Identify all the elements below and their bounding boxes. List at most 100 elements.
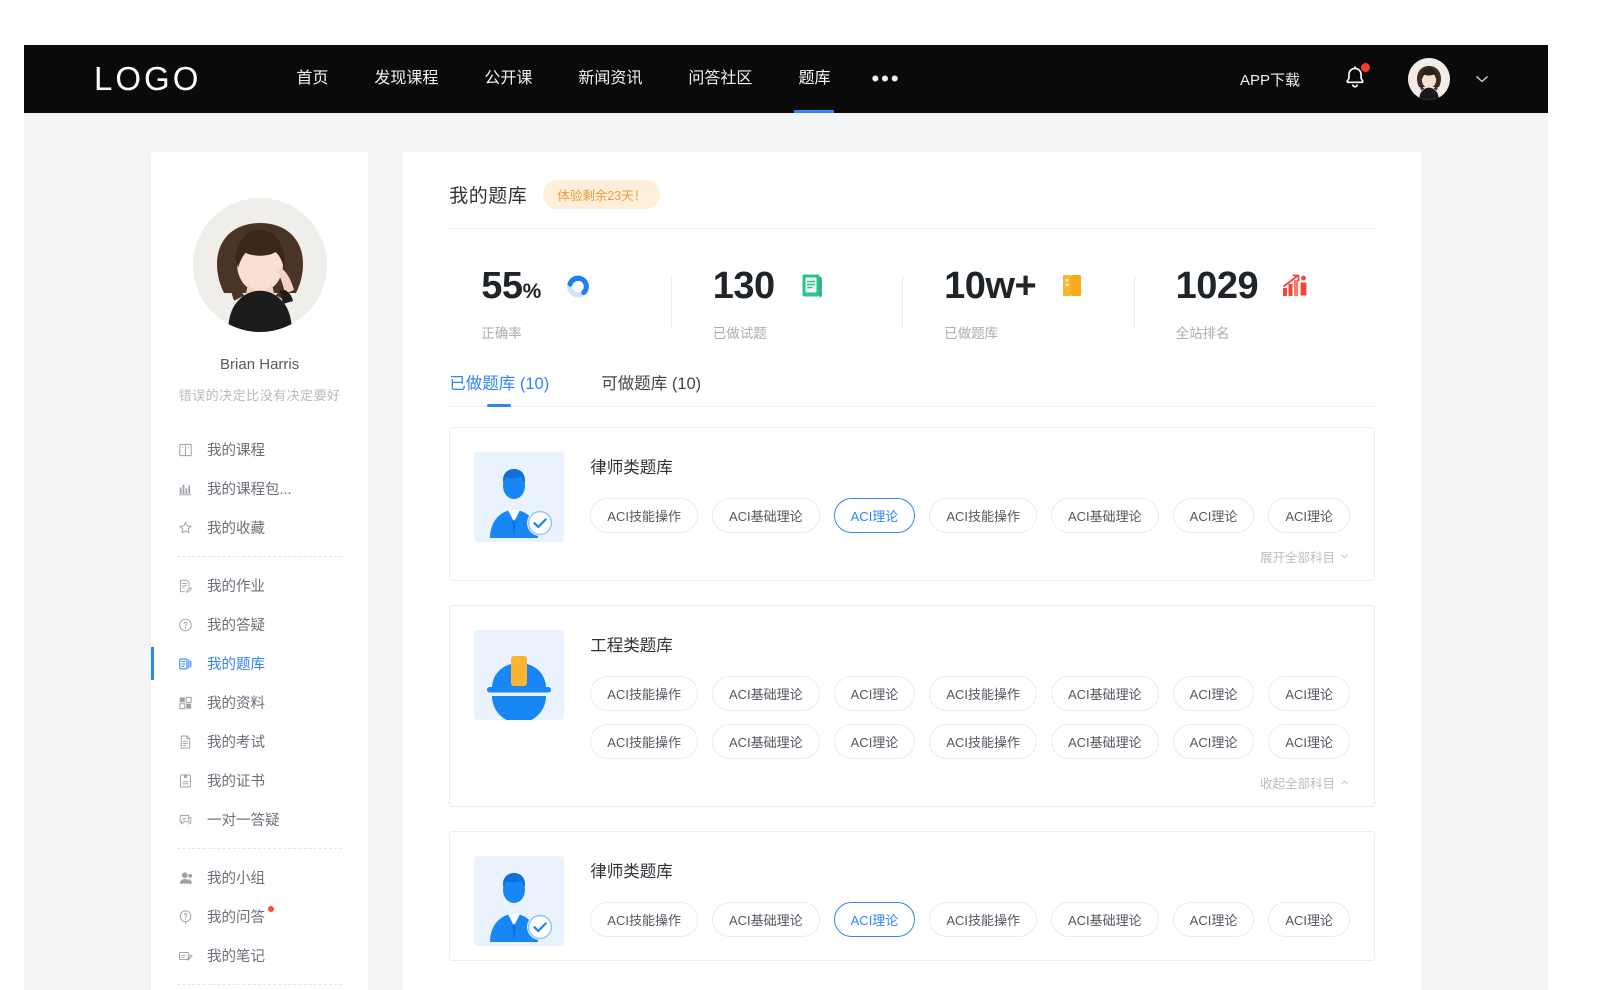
subject-tag[interactable]: ACI技能操作 xyxy=(929,902,1037,937)
notification-bell-button[interactable] xyxy=(1342,64,1368,94)
profile-avatar[interactable] xyxy=(193,198,327,332)
sidebar-item-2[interactable]: 我的收藏 xyxy=(151,508,368,547)
subject-tag[interactable]: ACI理论 xyxy=(834,724,916,759)
question-circle-icon xyxy=(177,616,194,633)
chevron-up-icon xyxy=(1339,777,1350,788)
stat-value: 55% xyxy=(481,267,540,305)
sidebar-item-9[interactable]: 我的证书 xyxy=(151,761,368,800)
question-bank-card[interactable]: 律师类题库ACI技能操作ACI基础理论ACI理论ACI技能操作ACI基础理论AC… xyxy=(449,831,1375,961)
sidebar-item-1[interactable]: 我的课程包... xyxy=(151,469,368,508)
subject-tag[interactable]: ACI技能操作 xyxy=(929,724,1037,759)
chevron-down-icon[interactable] xyxy=(1472,69,1492,89)
sidebar-item-label: 我的问答 xyxy=(207,906,265,927)
nav-more-icon[interactable]: ••• xyxy=(853,59,918,99)
subject-tag[interactable]: ACI技能操作 xyxy=(590,902,698,937)
stat-number: 1029 xyxy=(1176,265,1259,307)
group-icon xyxy=(177,869,194,886)
avatar[interactable] xyxy=(1408,58,1450,100)
nav-item-0[interactable]: 首页 xyxy=(273,45,351,113)
sidebar-item-label: 我的笔记 xyxy=(207,945,265,966)
exam-paper-icon xyxy=(177,733,194,750)
stat-label: 已做试题 xyxy=(713,322,912,342)
page-body: Brian Harris 错误的决定比没有决定要好 我的课程我的课程包...我的… xyxy=(24,113,1548,990)
nav-item-1[interactable]: 发现课程 xyxy=(351,45,461,113)
star-icon xyxy=(177,519,194,536)
question-bank-card[interactable]: 工程类题库ACI技能操作ACI基础理论ACI理论ACI技能操作ACI基础理论AC… xyxy=(449,605,1375,807)
lawyer-avatar-icon xyxy=(474,870,564,946)
book-icon xyxy=(177,441,194,458)
subject-tag[interactable]: ACI基础理论 xyxy=(712,724,820,759)
sidebar-item-8[interactable]: 我的考试 xyxy=(151,722,368,761)
nav-item-3[interactable]: 新闻资讯 xyxy=(555,45,665,113)
subject-tag[interactable]: ACI技能操作 xyxy=(590,498,698,533)
subject-tag[interactable]: ACI理论 xyxy=(1173,902,1255,937)
subject-tag[interactable]: ACI理论 xyxy=(1268,902,1350,937)
lawyer-avatar-icon xyxy=(474,466,564,542)
group-icon xyxy=(177,869,194,886)
subject-tag[interactable]: ACI基础理论 xyxy=(712,498,820,533)
subject-tag[interactable]: ACI技能操作 xyxy=(590,724,698,759)
nav-item-5[interactable]: 题库 xyxy=(775,45,853,113)
notification-dot xyxy=(1361,63,1370,72)
toggle-subjects-label: 展开全部科目 xyxy=(1260,547,1335,566)
subject-tag[interactable]: ACI基础理论 xyxy=(1051,676,1159,711)
card-body: 律师类题库ACI技能操作ACI基础理论ACI理论ACI技能操作ACI基础理论AC… xyxy=(590,452,1350,566)
question-bank-icon xyxy=(177,655,194,672)
subject-tag[interactable]: ACI理论 xyxy=(834,498,916,533)
stat-card-0: 55% 正确率 xyxy=(449,267,680,342)
subject-tag[interactable]: ACI基础理论 xyxy=(712,902,820,937)
tab-1[interactable]: 可做题库 (10) xyxy=(601,370,701,407)
sidebar: Brian Harris 错误的决定比没有决定要好 我的课程我的课程包...我的… xyxy=(151,152,368,990)
sidebar-item-7[interactable]: 我的资料 xyxy=(151,683,368,722)
subject-tag[interactable]: ACI理论 xyxy=(1268,498,1350,533)
yellow-book-icon xyxy=(1060,273,1086,299)
sidebar-divider xyxy=(177,984,342,985)
subject-tag[interactable]: ACI理论 xyxy=(834,676,916,711)
subject-tag[interactable]: ACI基础理论 xyxy=(1051,724,1159,759)
sidebar-item-14[interactable]: 我的笔记 xyxy=(151,936,368,975)
sidebar-item-13[interactable]: 我的问答 xyxy=(151,897,368,936)
profile-card: Brian Harris 错误的决定比没有决定要好 xyxy=(151,198,368,404)
stat-number: 10w+ xyxy=(944,265,1036,307)
sidebar-divider xyxy=(177,556,342,557)
sidebar-item-10[interactable]: 一对一答疑 xyxy=(151,800,368,839)
nav-item-4[interactable]: 问答社区 xyxy=(665,45,775,113)
materials-icon xyxy=(177,694,194,711)
sidebar-item-label: 我的作业 xyxy=(207,575,265,596)
book-icon xyxy=(177,441,194,458)
subject-tag[interactable]: ACI基础理论 xyxy=(1051,902,1159,937)
question-bank-card[interactable]: 律师类题库ACI技能操作ACI基础理论ACI理论ACI技能操作ACI基础理论AC… xyxy=(449,427,1375,581)
site-logo[interactable]: LOGO xyxy=(94,60,201,98)
subject-tag[interactable]: ACI技能操作 xyxy=(590,676,698,711)
toggle-subjects-button[interactable]: 收起全部科目 xyxy=(1260,773,1350,792)
app-download-link[interactable]: APP下载 xyxy=(1240,69,1300,90)
subject-tag[interactable]: ACI基础理论 xyxy=(712,676,820,711)
subject-tag-row: ACI技能操作 ACI基础理论 ACI理论 ACI技能操作 ACI基础理论 ACI理论 AC… xyxy=(590,676,1350,711)
stat-value: 1029 xyxy=(1176,267,1259,305)
subject-tag[interactable]: ACI理论 xyxy=(1173,676,1255,711)
subject-tag-row: ACI技能操作 ACI基础理论 ACI理论 ACI技能操作 ACI基础理论 ACI理论 AC… xyxy=(590,724,1350,759)
subject-tag[interactable]: ACI理论 xyxy=(834,902,916,937)
trial-status-badge: 体验剩余23天！ xyxy=(543,180,660,209)
sidebar-item-0[interactable]: 我的课程 xyxy=(151,430,368,469)
sidebar-menu: 我的课程我的课程包...我的收藏我的作业我的答疑我的题库我的资料我的考试我的证书… xyxy=(151,430,368,990)
main-nav: 首页发现课程公开课新闻资讯问答社区题库 xyxy=(273,45,853,113)
subject-tag[interactable]: ACI理论 xyxy=(1268,724,1350,759)
sidebar-item-6[interactable]: 我的题库 xyxy=(151,644,368,683)
chat-bubble-icon xyxy=(177,811,194,828)
sidebar-item-12[interactable]: 我的小组 xyxy=(151,858,368,897)
subject-tag[interactable]: ACI技能操作 xyxy=(929,498,1037,533)
subject-tag[interactable]: ACI理论 xyxy=(1268,676,1350,711)
tab-0[interactable]: 已做题库 (10) xyxy=(449,370,549,407)
subject-tag[interactable]: ACI技能操作 xyxy=(929,676,1037,711)
toggle-subjects-button[interactable]: 展开全部科目 xyxy=(1260,547,1350,566)
sidebar-item-5[interactable]: 我的答疑 xyxy=(151,605,368,644)
nav-item-2[interactable]: 公开课 xyxy=(461,45,555,113)
sidebar-item-4[interactable]: 我的作业 xyxy=(151,566,368,605)
subject-tag[interactable]: ACI基础理论 xyxy=(1051,498,1159,533)
unread-dot xyxy=(268,906,274,912)
sidebar-item-label: 我的课程 xyxy=(207,439,265,460)
card-body: 工程类题库ACI技能操作ACI基础理论ACI理论ACI技能操作ACI基础理论AC… xyxy=(590,630,1350,792)
subject-tag[interactable]: ACI理论 xyxy=(1173,498,1255,533)
subject-tag[interactable]: ACI理论 xyxy=(1173,724,1255,759)
